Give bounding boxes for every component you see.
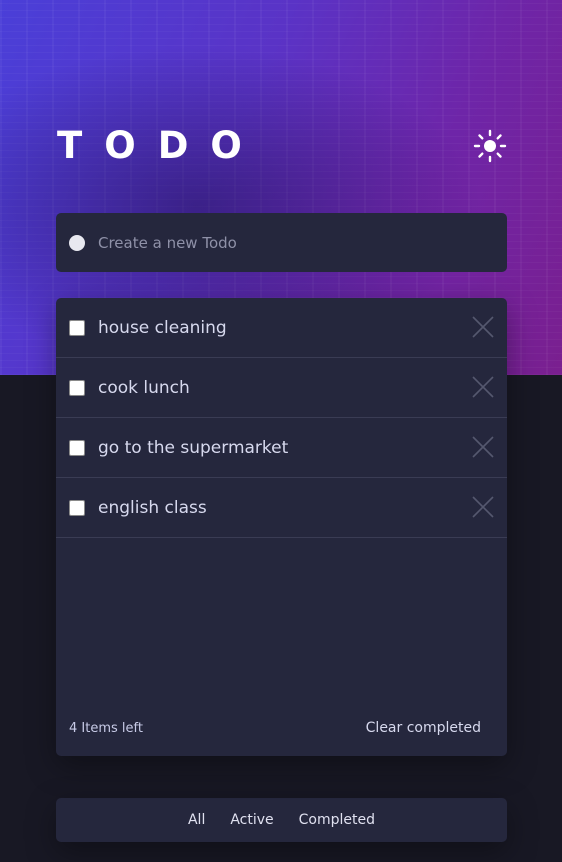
delete-icon[interactable] [472,376,494,398]
theme-toggle-button[interactable] [472,128,508,164]
todo-checkbox[interactable] [69,439,85,456]
todo-item: cook lunch [56,358,507,418]
delete-icon[interactable] [472,436,494,458]
sun-icon [473,129,507,163]
clear-completed-button[interactable]: Clear completed [366,720,481,736]
filter-active[interactable]: Active [230,812,273,828]
todo-item: go to the supermarket [56,418,507,478]
todo-list: house cleaning cook lunch go to the supe… [56,298,507,756]
filter-completed[interactable]: Completed [299,812,375,828]
filter-all[interactable]: All [188,812,205,828]
new-todo-bar [56,213,507,272]
delete-icon[interactable] [472,316,494,338]
todo-checkbox[interactable] [69,379,85,396]
new-todo-radio[interactable] [69,234,85,251]
list-footer: 4 Items left Clear completed [56,703,507,753]
todo-text[interactable]: english class [98,498,207,518]
todo-text[interactable]: go to the supermarket [98,438,288,458]
todo-text[interactable]: house cleaning [98,318,227,338]
items-left-count: 4 Items left [69,720,143,736]
delete-icon[interactable] [472,496,494,518]
todo-text[interactable]: cook lunch [98,378,190,398]
todo-checkbox[interactable] [69,499,85,516]
new-todo-input[interactable] [98,233,478,252]
todo-item: english class [56,478,507,538]
todo-item: house cleaning [56,298,507,358]
filter-bar: All Active Completed [56,798,507,842]
app-title: TODO [57,124,264,167]
todo-checkbox[interactable] [69,319,85,336]
